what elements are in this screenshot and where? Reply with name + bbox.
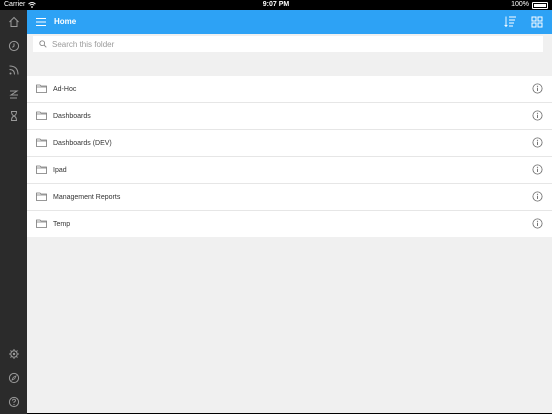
search-icon [39,40,47,48]
info-icon[interactable] [532,218,543,229]
folder-row-dashboards[interactable]: Dashboards [27,103,552,130]
sidebar-history-button[interactable] [0,34,27,58]
home-icon [8,16,19,27]
search-bar [27,34,552,66]
folder-name: Temp [53,220,71,228]
battery-percent: 100% [511,1,529,8]
sort-icon[interactable] [504,15,517,28]
sidebar-help-button[interactable] [0,390,27,414]
sidebar [0,10,27,414]
folder-name: Ipad [53,166,67,174]
info-icon[interactable] [532,137,543,148]
help-icon [8,396,19,408]
folder-name: Management Reports [53,193,121,201]
status-right: 100% [511,0,548,10]
folder-name: Dashboards [53,112,91,120]
folder-list: Ad-Hoc Dashboards Dashboards (DEV) Ipad … [27,76,552,237]
folder-row-management-reports[interactable]: Management Reports [27,184,552,211]
folder-icon [36,138,47,147]
history-clock-icon [8,40,19,52]
folder-row-dashboards-dev[interactable]: Dashboards (DEV) [27,130,552,157]
folder-icon [36,192,47,201]
folder-icon [36,111,47,120]
folder-name: Dashboards (DEV) [53,139,112,147]
folder-name: Ad-Hoc [53,85,77,93]
hourglass-icon [10,111,17,121]
sidebar-compass-button[interactable] [0,366,27,390]
grid-view-icon[interactable] [531,16,543,28]
info-icon[interactable] [532,191,543,202]
sidebar-settings-button[interactable] [0,342,27,366]
compass-icon [8,372,19,384]
folder-icon [36,165,47,174]
sidebar-hourglass-button[interactable] [0,104,27,128]
info-icon[interactable] [532,110,543,121]
info-icon[interactable] [532,83,543,94]
search-input[interactable] [52,39,522,49]
status-bar: Carrier 9:07 PM 100% [0,0,552,10]
feed-icon [8,65,18,75]
folder-row-ad-hoc[interactable]: Ad-Hoc [27,76,552,103]
sidebar-feed-button[interactable] [0,58,27,82]
sidebar-home-button[interactable] [0,10,27,34]
folder-row-temp[interactable]: Temp [27,211,552,237]
sidebar-activity-button[interactable] [0,82,27,106]
status-time: 9:07 PM [262,1,290,8]
page-title: Home [54,17,77,26]
settings-gear-icon [8,349,19,359]
navbar: Home [27,10,552,34]
battery-icon [532,1,548,9]
activity-icon [8,90,19,99]
main-content: Home Ad-Hoc [27,10,552,413]
folder-icon [36,84,47,93]
info-icon[interactable] [532,164,543,175]
folder-icon [36,219,47,228]
hamburger-menu-icon[interactable] [35,16,47,28]
search-box[interactable] [33,36,543,52]
folder-row-ipad[interactable]: Ipad [27,157,552,184]
